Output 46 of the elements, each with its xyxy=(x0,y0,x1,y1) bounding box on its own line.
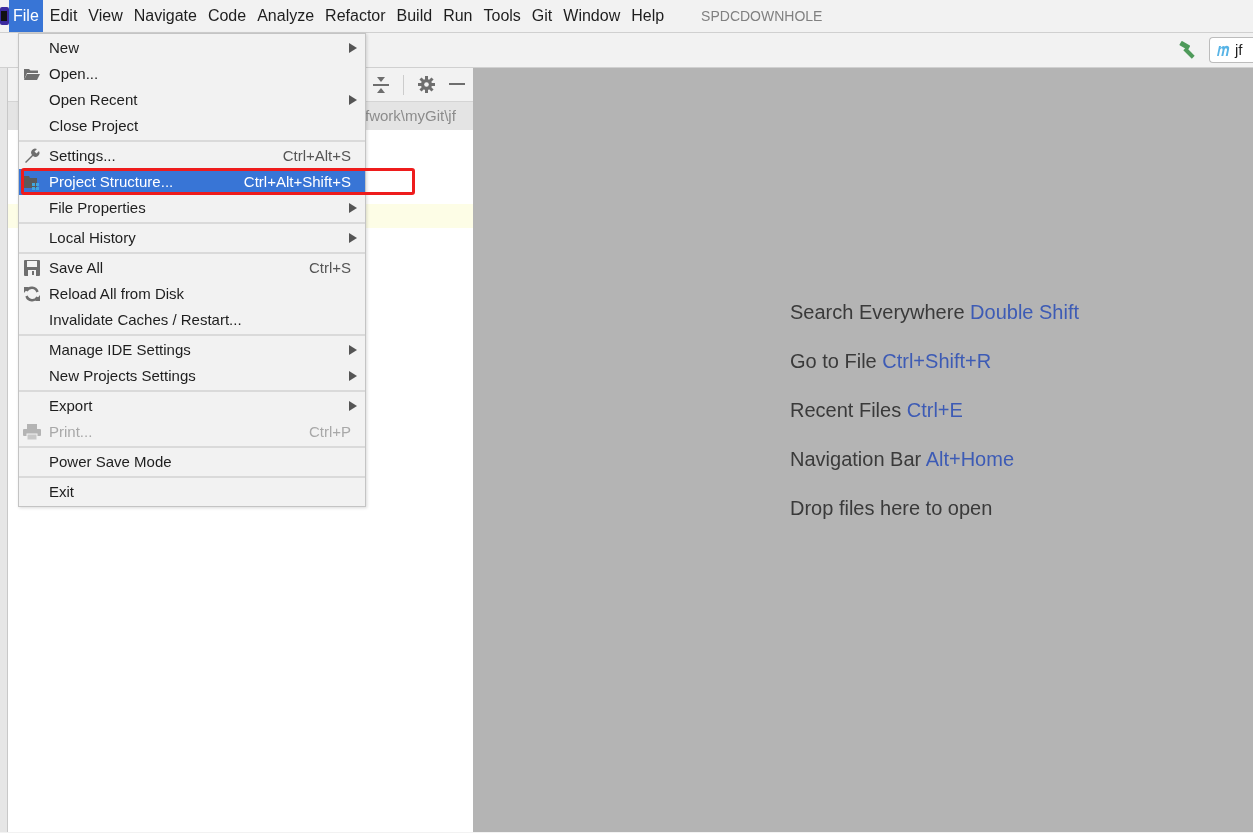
menu-item[interactable]: Reload All from Disk xyxy=(19,281,365,307)
editor-hint: Recent Files Ctrl+E xyxy=(790,397,964,423)
folder-grid-icon xyxy=(23,173,41,191)
menu-item[interactable]: Code xyxy=(203,0,251,32)
menu-item[interactable]: Power Save Mode xyxy=(19,449,365,475)
path-text: fwork\myGit\jf xyxy=(365,105,456,126)
menu-item[interactable]: Exit xyxy=(19,479,365,505)
printer-icon xyxy=(23,423,41,441)
settings-icon[interactable] xyxy=(418,76,435,93)
menu-item[interactable]: Tools xyxy=(479,0,525,32)
menu-item[interactable]: Navigate xyxy=(129,0,201,32)
menu-item[interactable]: Help xyxy=(627,0,669,32)
editor-hint: Search Everywhere Double Shift xyxy=(790,299,1081,325)
wrench-icon xyxy=(23,147,41,165)
menu-item[interactable]: Git xyxy=(527,0,557,32)
menu-item[interactable]: File xyxy=(9,0,43,32)
collapse-all-icon[interactable] xyxy=(373,75,389,94)
menu-item[interactable]: File Properties xyxy=(19,195,365,221)
menu-item[interactable]: Manage IDE Settings xyxy=(19,337,365,363)
menu-item[interactable]: Open Recent xyxy=(19,87,365,113)
menu-item[interactable]: New xyxy=(19,35,365,61)
menu-item[interactable]: Refactor xyxy=(321,0,390,32)
menu-item[interactable]: Local History xyxy=(19,225,365,251)
menu-item[interactable]: Invalidate Caches / Restart... xyxy=(19,307,365,333)
project-name: SPDCDOWNHOLE xyxy=(701,6,823,26)
run-config-field[interactable]: jf xyxy=(1209,37,1253,63)
app-logo-icon[interactable] xyxy=(0,5,9,27)
menu-item[interactable]: Settings... Ctrl+Alt+S xyxy=(19,143,365,169)
menu-item[interactable]: Save All Ctrl+S xyxy=(19,255,365,281)
menu-item[interactable]: New Projects Settings xyxy=(19,363,365,389)
module-icon xyxy=(1216,43,1232,57)
menu-item[interactable]: Export xyxy=(19,393,365,419)
minimize-icon[interactable] xyxy=(449,83,465,86)
hammer-icon[interactable] xyxy=(1179,41,1197,59)
menu-item[interactable]: Build xyxy=(392,0,437,32)
menu-item[interactable]: View xyxy=(84,0,127,32)
menu-item[interactable]: Close Project xyxy=(19,113,365,139)
editor-hint: Navigation Bar Alt+Home xyxy=(790,446,1015,472)
editor-hint: Drop files here to open xyxy=(790,495,994,521)
menu-item[interactable]: Open... xyxy=(19,61,365,87)
reload-icon xyxy=(23,285,41,303)
editor-hint: Go to File Ctrl+Shift+R xyxy=(790,348,993,374)
menu-item[interactable]: Run xyxy=(439,0,477,32)
menu-item[interactable]: Analyze xyxy=(253,0,319,32)
menu-item[interactable]: Window xyxy=(559,0,625,32)
menu-item[interactable]: Edit xyxy=(45,0,82,32)
